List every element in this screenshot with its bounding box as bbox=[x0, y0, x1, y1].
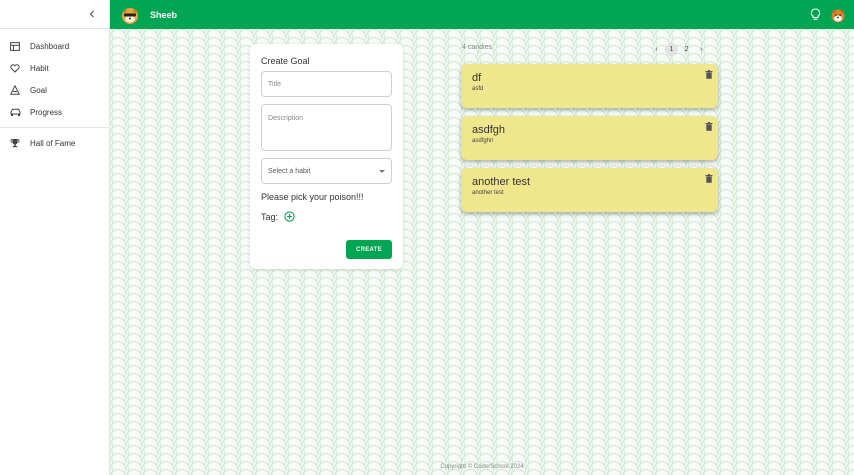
candy-description: asdfghn bbox=[472, 138, 494, 144]
heart-icon bbox=[9, 62, 21, 74]
avatar[interactable] bbox=[830, 7, 846, 23]
candy-name: another test bbox=[472, 176, 531, 188]
lightbulb-icon[interactable] bbox=[808, 8, 822, 22]
candy-description: another test bbox=[472, 190, 504, 196]
poison-text: Please pick your poison!!! bbox=[261, 192, 364, 202]
dropdown-arrow-icon bbox=[379, 169, 385, 173]
trash-icon[interactable] bbox=[704, 69, 713, 79]
pagination: ‹ 1 2 › bbox=[650, 43, 708, 56]
sidebar-item-dashboard[interactable]: Dashboard bbox=[0, 35, 109, 57]
sidebar-item-label: Goal bbox=[30, 85, 47, 95]
footer-copyright: Copyright © CoderSchool 2024 bbox=[440, 464, 524, 470]
create-goal-heading: Create Goal bbox=[261, 56, 310, 66]
habit-select-value: Select a habit bbox=[268, 167, 311, 175]
create-button[interactable]: CREATE bbox=[346, 240, 392, 259]
create-goal-card: Create Goal Title Description Select a h… bbox=[250, 44, 403, 269]
sidebar-item-label: Hall of Fame bbox=[30, 138, 76, 148]
sidebar-item-label: Habit bbox=[30, 63, 49, 73]
description-placeholder: Description bbox=[268, 115, 304, 122]
candy-count: 4 candies bbox=[462, 44, 492, 51]
sidebar-item-goal[interactable]: Goal bbox=[0, 79, 109, 101]
goal-icon bbox=[9, 84, 21, 96]
app-bar: Sheeb bbox=[110, 0, 854, 29]
candy-card[interactable]: another test another test bbox=[461, 168, 718, 212]
pagination-page-1[interactable]: 1 bbox=[665, 43, 678, 56]
sidebar-item-progress[interactable]: Progress bbox=[0, 101, 109, 123]
candy-card[interactable]: df asfd bbox=[461, 64, 718, 108]
candy-card[interactable]: asdfgh asdfghn bbox=[461, 116, 718, 160]
tag-label: Tag: bbox=[261, 211, 279, 222]
add-tag-icon[interactable] bbox=[284, 211, 295, 222]
candy-description: asfd bbox=[472, 86, 484, 92]
trash-icon[interactable] bbox=[704, 173, 713, 183]
chevron-left-icon bbox=[89, 10, 94, 18]
dashboard-icon bbox=[9, 40, 21, 52]
pagination-next-button[interactable]: › bbox=[695, 43, 708, 56]
title-placeholder: Title bbox=[268, 80, 281, 88]
sidebar-divider bbox=[0, 127, 109, 128]
trophy-icon bbox=[9, 137, 21, 149]
title-input[interactable]: Title bbox=[261, 71, 392, 97]
candy-name: asdfgh bbox=[472, 124, 506, 136]
collapse-sidebar-button[interactable] bbox=[85, 7, 99, 21]
sidebar-item-habit[interactable]: Habit bbox=[0, 57, 109, 79]
sidebar-nav: Dashboard Habit Goal Progress Hall of Fa… bbox=[0, 29, 109, 154]
sidebar: Dashboard Habit Goal Progress Hall of Fa… bbox=[0, 0, 110, 475]
app-bar-actions bbox=[808, 7, 846, 23]
sidebar-header bbox=[0, 0, 109, 29]
sidebar-item-hall-of-fame[interactable]: Hall of Fame bbox=[0, 132, 109, 154]
pagination-prev-button[interactable]: ‹ bbox=[650, 43, 663, 56]
logo-icon[interactable] bbox=[120, 5, 140, 25]
app-title: Sheeb bbox=[150, 9, 178, 20]
candy-name: df bbox=[472, 72, 482, 84]
car-icon bbox=[9, 106, 21, 118]
description-input[interactable]: Description bbox=[261, 104, 392, 151]
pagination-page-2[interactable]: 2 bbox=[680, 43, 693, 56]
trash-icon[interactable] bbox=[704, 121, 713, 131]
habit-select[interactable]: Select a habit bbox=[261, 158, 392, 184]
sidebar-item-label: Progress bbox=[30, 107, 63, 117]
main-content: Create Goal Title Description Select a h… bbox=[110, 29, 854, 475]
sidebar-item-label: Dashboard bbox=[30, 41, 70, 51]
tag-row: Tag: bbox=[261, 211, 392, 222]
